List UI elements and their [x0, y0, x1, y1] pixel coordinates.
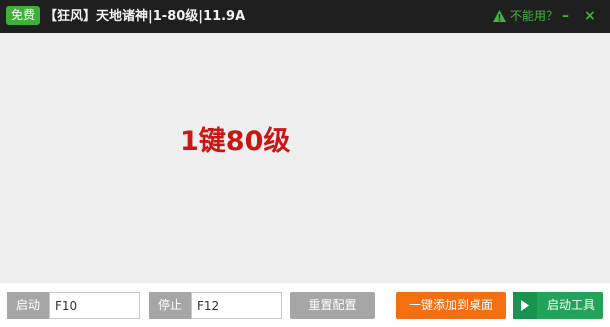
start-hotkey-input[interactable]: [49, 292, 140, 319]
window-title: 【狂风】天地诸神|1-80级|11.9A: [44, 9, 246, 24]
warning-triangle-icon[interactable]: [492, 9, 507, 23]
launch-arrow-area[interactable]: [513, 292, 537, 319]
add-to-desktop-button[interactable]: 一键添加到桌面: [396, 292, 506, 319]
control-bar: 启动 停止 重置配置 一键添加到桌面 启动工具: [0, 283, 610, 327]
free-badge: 免费: [6, 6, 41, 25]
help-link[interactable]: 不能用？: [510, 0, 558, 33]
launch-tool-button[interactable]: 启动工具: [513, 292, 603, 319]
main-content: 1键80级: [0, 33, 610, 283]
close-button[interactable]: ×: [584, 0, 598, 33]
start-label: 启动: [7, 292, 49, 319]
title-bar: 免费 【狂风】天地诸神|1-80级|11.9A 不能用？ – ×: [0, 0, 610, 33]
reset-config-button[interactable]: 重置配置: [290, 292, 375, 319]
stop-hotkey-input[interactable]: [191, 292, 282, 319]
play-arrow-icon: [521, 300, 529, 311]
minimize-button[interactable]: –: [562, 0, 576, 33]
stop-label: 停止: [149, 292, 191, 319]
headline-text: 1键80级: [180, 126, 291, 157]
launch-tool-label: 启动工具: [546, 298, 595, 312]
